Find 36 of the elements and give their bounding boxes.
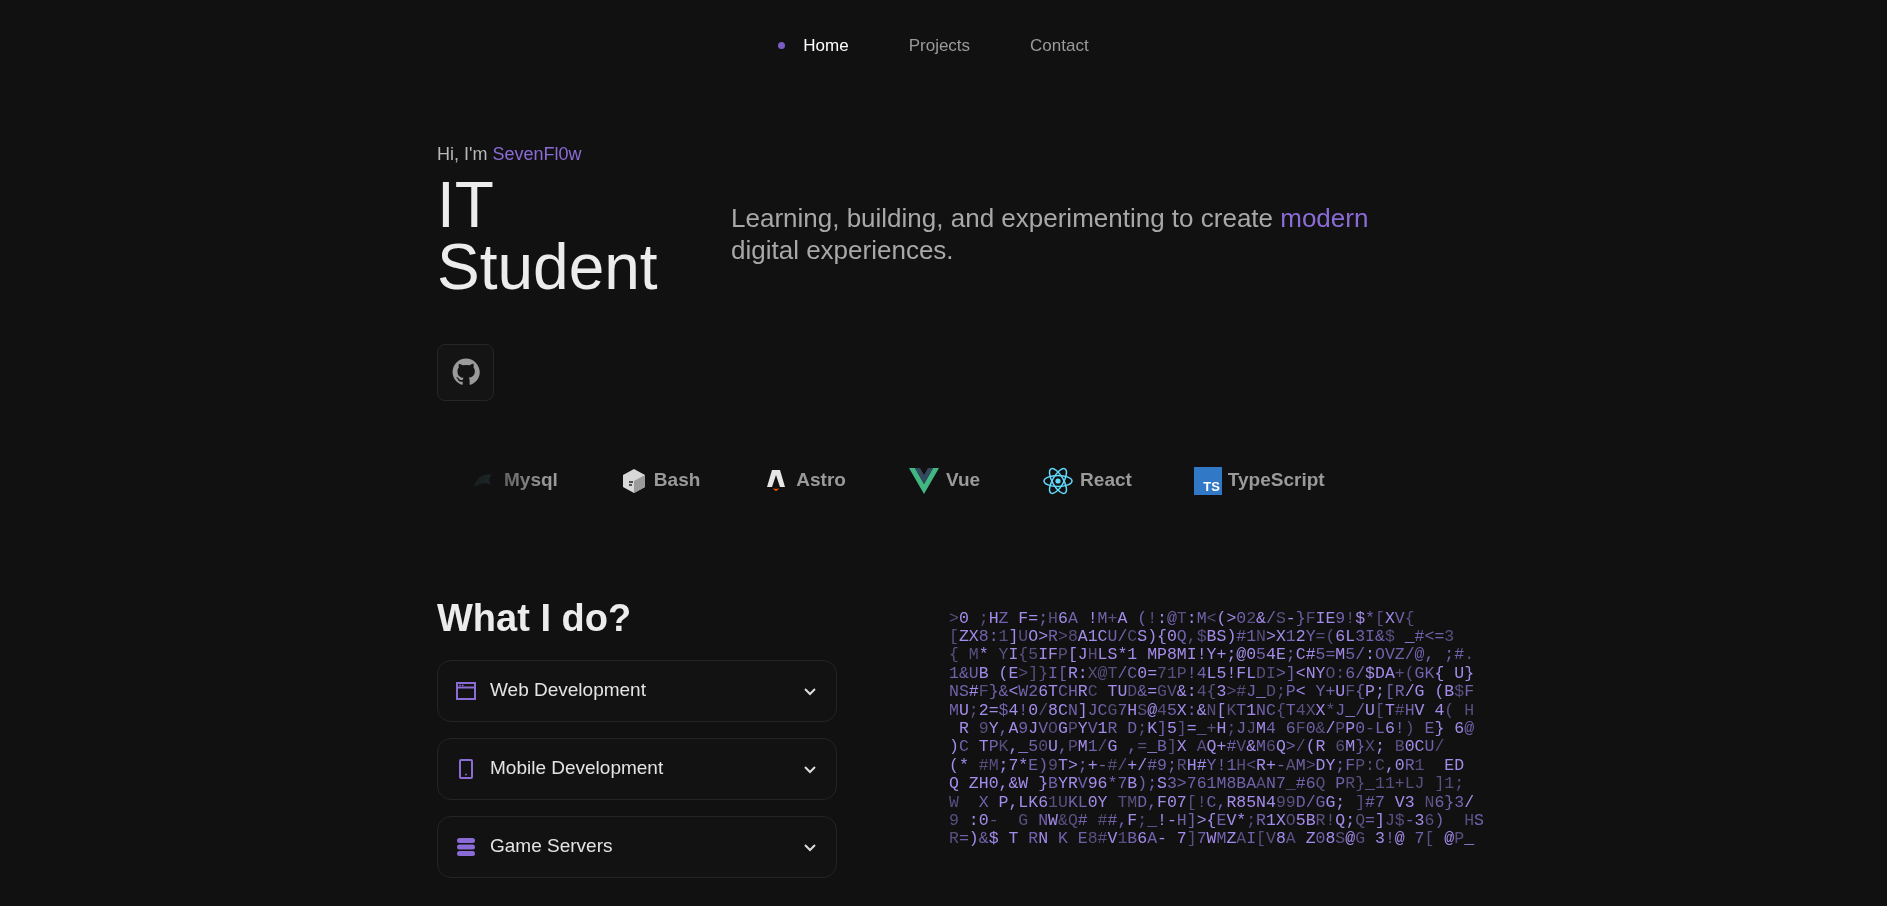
code-rain-line: W X P,LK61UKL0Y TMD,F07[!C,R85N499D/GG; ]#7 V3 N6}3/ [949, 793, 1475, 812]
tech-name: Mysql [504, 468, 558, 493]
tech-name: TypeScript [1227, 468, 1325, 493]
code-rain-line: >0 ;HZ F=;H6A !M+A (!:@T:M<(>02&/S-}FIE9!$*[XV{ [949, 609, 1415, 628]
github-button[interactable] [437, 343, 494, 401]
greeting: Hi, I'm SevenFl0w [437, 142, 583, 166]
server-stack-icon [456, 836, 476, 857]
vue-logo-icon [907, 466, 940, 495]
github-icon [451, 358, 480, 386]
code-rain-line: [ZX8:1]UO>R>8A1CU/CS){0Q,$BS)#1N>X12Y=(6L3I&$ _#<=3 [949, 627, 1455, 647]
code-rain-line: 1&UB (E>]}I[R:X@T/C0=71P!4L5!FLDI>]<NYO:6/$DA+(GK{ U} [949, 664, 1475, 684]
tech-name: React [1080, 468, 1132, 493]
code-rain-line: R 9Y,A9JVOGPYV1R D;K]5]=_+H;JJM4 6F0&/PP0-L6!) E} 6@ [957, 719, 1475, 739]
nav-link[interactable]: Projects [908, 33, 971, 59]
browser-window-icon [456, 680, 476, 701]
code-rain-line: 9 :0- G NW&Q# ##,F;_!-H]>{EV*;R1XO5BR!Q;Q=]J$-36) HS [949, 811, 1484, 831]
hero-tagline: Learning, building, and experimenting to create modern digital experiences. [731, 201, 1370, 267]
code-rain-line: )C TPK,_50U,PM1/G ,=_B]X AQ+#V&M6Q>/(R 6M}X; B0CU/ [949, 738, 1445, 757]
code-rain-line: MU;2=$4!0/8CN]JCG7HS@45X:&N[KT1NC{T4XX*J_/U[T#HV 4( H [949, 701, 1475, 720]
code-rain-line: (* #M;7*E)9T>;+-#/+/#9;RH#Y!1H<R+-AM>DY;FP:C,0R1 ED [949, 756, 1465, 776]
nav-link[interactable]: Contact [1030, 33, 1089, 59]
tech-name: Bash [653, 468, 701, 493]
section-heading: What I do? [437, 595, 633, 640]
tech-name: Astro [796, 468, 846, 493]
code-rain-line: NS#F}&<W26TCHRC TUD&=GV&:4{3>#J_D;P< Y+UF{P;[R/G (B$F [949, 683, 1475, 702]
nav-link[interactable]: Home [803, 33, 849, 59]
code-rain-line: { M* YI{5IFP[JHLS*1 MP8MI!Y+;@054E;C#5=M5/:OVZ/@, ;#. [949, 646, 1475, 665]
code-rain-line: Q ZH0,&W }BYRV96*7B);S3>761M8BAAN7_#6Q PR}_11+LJ ]1; [949, 775, 1465, 794]
typescript-logo: TS [1193, 466, 1222, 495]
tech-name: Vue [945, 468, 981, 493]
code-rain-line: R=)&$ T RN K E8#V1B6A- 7]7WMZAI[V8A Z08S@G 3!@ 7[ @P_ [949, 830, 1475, 849]
hero-title: IT Student [437, 173, 659, 298]
service-accordion[interactable]: Game Servers [437, 815, 837, 878]
service-accordion[interactable]: Mobile Development [437, 737, 837, 800]
service-accordion[interactable]: Web Development [437, 659, 837, 722]
phone-icon [456, 758, 476, 779]
